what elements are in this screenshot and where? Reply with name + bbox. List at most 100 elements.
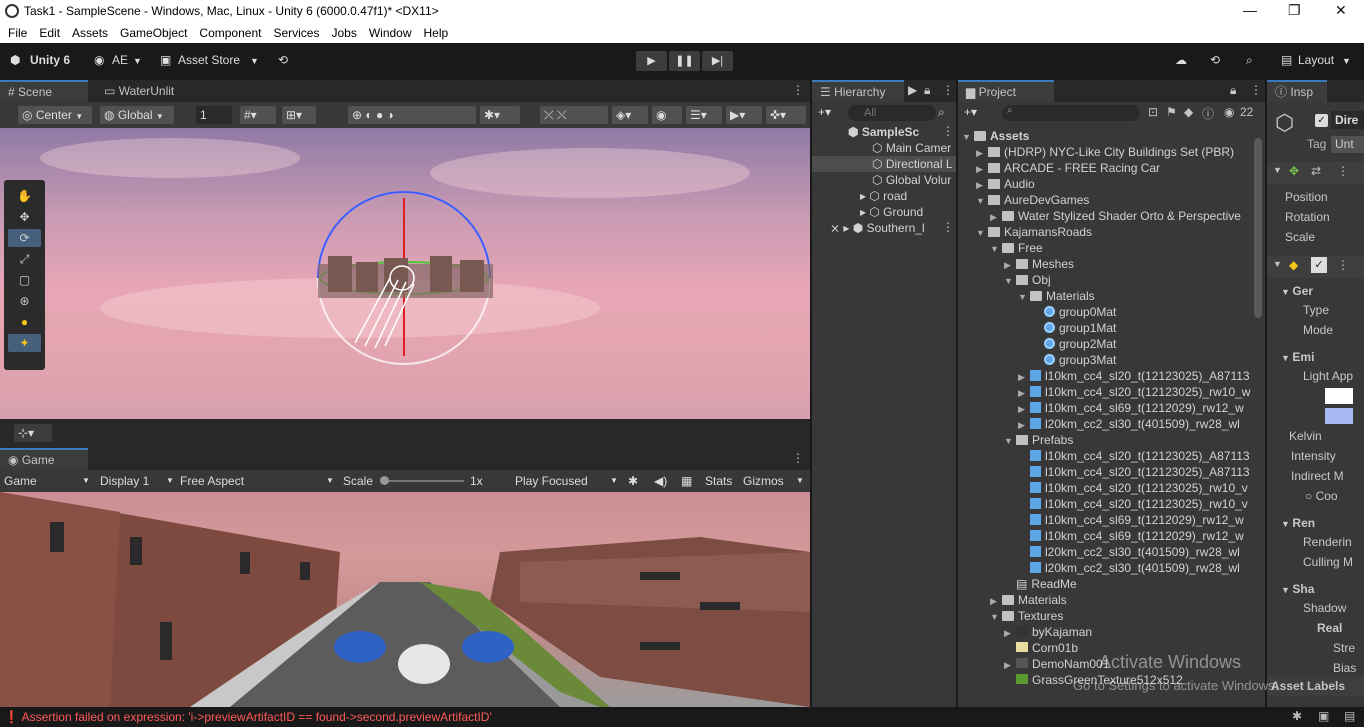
menu-gameobject[interactable]: GameObject bbox=[114, 23, 193, 43]
list-item[interactable]: ▤ ReadMe bbox=[958, 576, 1253, 592]
notifications-icon[interactable]: ▤ bbox=[1344, 709, 1355, 723]
tab-inspector[interactable]: ⓘ Insp bbox=[1267, 80, 1327, 102]
game-viewport[interactable] bbox=[0, 492, 810, 707]
tag-icon[interactable]: ◆ bbox=[1184, 105, 1193, 119]
account-dropdown[interactable]: AE bbox=[112, 53, 128, 67]
list-item[interactable]: group0Mat bbox=[958, 304, 1253, 320]
list-item[interactable]: ▶ (HDRP) NYC-Like City Buildings Set (PBR… bbox=[958, 144, 1253, 160]
space-dropdown[interactable]: ◍ Global ▼ bbox=[100, 106, 174, 124]
transform-header[interactable]: ▼ ✥ ⇄ ⋮ bbox=[1267, 162, 1364, 184]
menu-assets[interactable]: Assets bbox=[66, 23, 114, 43]
grid-toggle-icon[interactable]: #▾ bbox=[240, 106, 276, 124]
aspect-dropdown[interactable]: Free Aspect bbox=[176, 472, 248, 490]
scale-tool-icon[interactable]: ⤢ bbox=[8, 250, 41, 268]
section-header[interactable]: ▼ Ren bbox=[1267, 514, 1364, 532]
chevron-down-icon[interactable]: ▼ bbox=[792, 472, 808, 490]
expand-icon[interactable]: ▶ bbox=[976, 161, 988, 176]
search-by-type-icon[interactable]: ⊡ bbox=[1148, 105, 1158, 119]
bug-icon[interactable]: ✱▾ bbox=[480, 106, 520, 124]
info-icon[interactable]: ⓘ bbox=[1202, 105, 1214, 122]
unity-version-button[interactable]: Unity 6 bbox=[30, 53, 70, 67]
tab-waterunlit[interactable]: ▭ WaterUnlit bbox=[96, 80, 182, 102]
visibility-icon[interactable]: ◉ bbox=[652, 106, 682, 124]
list-item[interactable]: ⬢ SampleSc bbox=[812, 124, 956, 140]
more-options-icon[interactable]: ⋮ bbox=[1337, 164, 1349, 178]
step-button[interactable]: ▶| bbox=[702, 51, 733, 71]
section-header[interactable]: ▼ Sha bbox=[1267, 580, 1364, 598]
expand-icon[interactable]: ▶ bbox=[976, 145, 988, 160]
section-header[interactable]: ▼ Ger bbox=[1267, 282, 1364, 300]
color-swatch-filter[interactable] bbox=[1325, 388, 1353, 404]
list-item[interactable]: l10km_cc4_sl69_t(1212029)_rw12_w bbox=[958, 512, 1253, 528]
collapse-icon[interactable]: ▼ bbox=[1273, 259, 1282, 269]
draw-mode-icons[interactable]: ⤫ ⤬ bbox=[540, 106, 608, 124]
play-focus-dropdown[interactable]: Play Focused bbox=[511, 472, 592, 490]
list-item[interactable]: ▶ Meshes bbox=[958, 256, 1253, 272]
light-icon[interactable]: ● bbox=[8, 313, 41, 331]
expand-icon[interactable]: ▶ bbox=[1018, 401, 1030, 416]
expand-icon[interactable]: ▶ bbox=[990, 593, 1002, 608]
grid-icon[interactable]: ▦ bbox=[677, 472, 696, 490]
list-item[interactable]: ▶ l10km_cc4_sl69_t(1212029)_rw12_w bbox=[958, 400, 1253, 416]
expand-icon[interactable]: ▸ ⬡ bbox=[860, 189, 883, 203]
list-item[interactable]: ▼ Prefabs bbox=[958, 432, 1253, 448]
asset-labels-bar[interactable]: Asset Labels bbox=[1267, 676, 1364, 696]
tab-scene[interactable]: # Scene bbox=[0, 80, 88, 102]
cloud-icon[interactable]: ☁ bbox=[1175, 53, 1187, 67]
menu-edit[interactable]: Edit bbox=[33, 23, 66, 43]
bug-icon[interactable]: ✱ bbox=[624, 472, 642, 490]
menu-jobs[interactable]: Jobs bbox=[325, 23, 362, 43]
hierarchy-search-input[interactable]: All bbox=[848, 105, 936, 121]
menu-help[interactable]: Help bbox=[418, 23, 455, 43]
list-item[interactable]: l10km_cc4_sl20_t(12123025)_A87113 bbox=[958, 448, 1253, 464]
list-item[interactable]: ▶ byKajaman bbox=[958, 624, 1253, 640]
add-icon[interactable]: +▾ bbox=[964, 105, 977, 119]
gizmos-toggle-icon[interactable]: ✜▾ bbox=[766, 106, 806, 124]
expand-icon[interactable]: ▶ bbox=[990, 209, 1002, 224]
collapse-icon[interactable]: ▼ bbox=[962, 129, 974, 144]
expand-icon[interactable]: ▶ bbox=[1004, 625, 1016, 640]
object-name-field[interactable]: Dire bbox=[1331, 111, 1364, 129]
list-item[interactable]: group2Mat bbox=[958, 336, 1253, 352]
play-icon[interactable]: ▶ bbox=[908, 83, 917, 97]
search-filter-icon[interactable]: ⌕ bbox=[938, 105, 945, 120]
layers-icon[interactable]: ☰▾ bbox=[686, 106, 722, 124]
list-item[interactable]: ⬡ Global Volur bbox=[812, 172, 956, 188]
play-button[interactable]: ▶ bbox=[636, 51, 667, 71]
stats-button[interactable]: Stats bbox=[701, 472, 736, 490]
preset-icon[interactable]: ⇄ bbox=[1311, 164, 1321, 178]
list-item[interactable]: ▼ Obj bbox=[958, 272, 1253, 288]
list-item-selected[interactable]: ⬡ Directional L bbox=[812, 156, 956, 172]
list-item[interactable]: l20km_cc2_sl30_t(401509)_rw28_wl bbox=[958, 560, 1253, 576]
list-item[interactable]: l10km_cc4_sl69_t(1212029)_rw12_w bbox=[958, 528, 1253, 544]
collapse-icon[interactable]: ▼ bbox=[976, 193, 988, 208]
debug-icon[interactable]: ✱ bbox=[1292, 709, 1302, 723]
more-options-icon[interactable]: ⋮ bbox=[792, 83, 804, 97]
more-options-icon[interactable]: ⋮ bbox=[942, 220, 954, 234]
tab-project[interactable]: ▆ Project bbox=[958, 80, 1054, 102]
expand-icon[interactable]: ▶ bbox=[1018, 369, 1030, 384]
close-button[interactable]: ✕ bbox=[1335, 2, 1347, 19]
snap-toggle-icon[interactable]: ⊞▾ bbox=[282, 106, 316, 124]
list-item[interactable]: l20km_cc2_sl30_t(401509)_rw28_wl bbox=[958, 544, 1253, 560]
list-item[interactable]: ▸ ⬡ Ground bbox=[812, 204, 956, 220]
list-item[interactable]: ▼ Textures bbox=[958, 608, 1253, 624]
collapse-icon[interactable]: ▼ bbox=[1273, 165, 1282, 175]
project-scrollbar[interactable] bbox=[1254, 138, 1262, 318]
expand-icon[interactable]: ▶ bbox=[1018, 417, 1030, 432]
list-item[interactable]: ▶ Water Stylized Shader Orto & Perspectiv… bbox=[958, 208, 1253, 224]
section-header[interactable]: ▼ Emi bbox=[1267, 348, 1364, 366]
scene-viewport[interactable]: ✋ ✥ ⟳ ⤢ ▢ ⊛ ● ✦ ✥ ☰ # ● ◇ ⌕ ✛ ▣ ⊘ bbox=[0, 128, 810, 419]
list-item[interactable]: ▼ Materials bbox=[958, 288, 1253, 304]
display-dropdown[interactable]: Display 1 bbox=[96, 472, 153, 490]
tag-dropdown[interactable]: Unt bbox=[1331, 136, 1364, 153]
progress-icon[interactable]: ▣ bbox=[1318, 709, 1329, 723]
collapse-icon[interactable]: ▼ bbox=[1004, 273, 1016, 288]
rotate-tool-icon[interactable]: ⟳ bbox=[8, 229, 41, 247]
more-options-icon[interactable]: ⋮ bbox=[942, 124, 954, 138]
layout-dropdown[interactable]: Layout bbox=[1298, 53, 1334, 67]
list-item[interactable]: ▶ l10km_cc4_sl20_t(12123025)_A87113 bbox=[958, 368, 1253, 384]
account-icon[interactable]: ◉ bbox=[94, 53, 104, 67]
list-item[interactable]: ▼ KajamansRoads bbox=[958, 224, 1253, 240]
list-item[interactable]: l10km_cc4_sl20_t(12123025)_rw10_v bbox=[958, 480, 1253, 496]
